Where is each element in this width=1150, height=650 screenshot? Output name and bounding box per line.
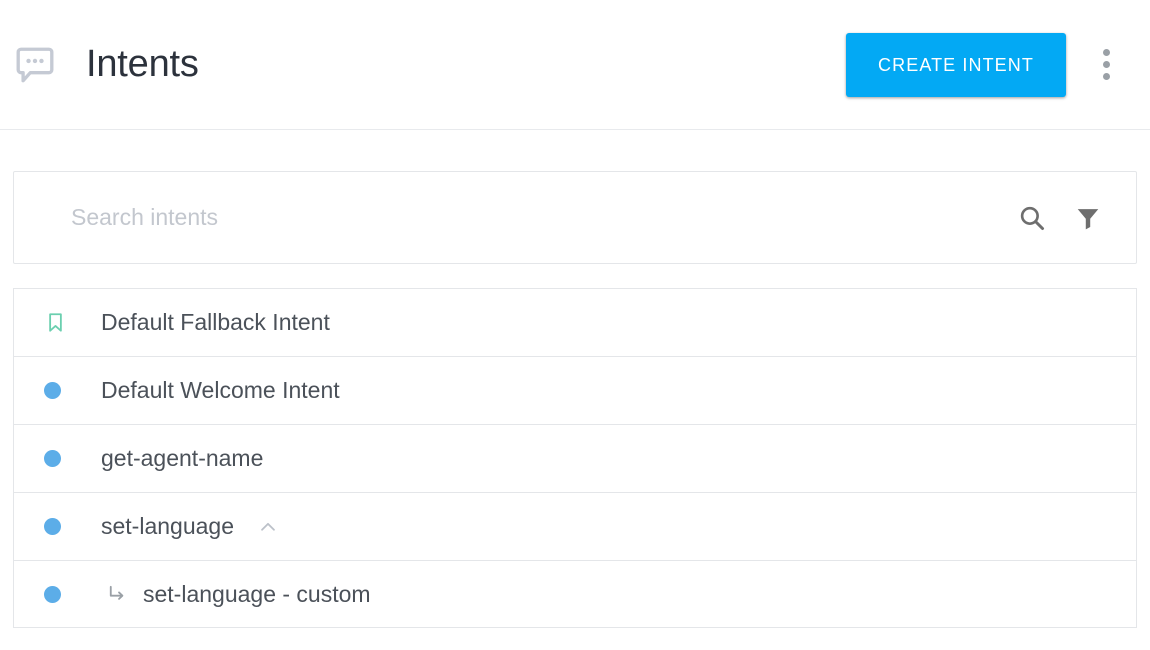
kebab-dot bbox=[1102, 49, 1110, 56]
intent-name: set-language - custom bbox=[143, 580, 371, 607]
intent-name: Default Fallback Intent bbox=[101, 309, 330, 335]
kebab-dot bbox=[1102, 73, 1110, 80]
intent-row[interactable]: set-language bbox=[13, 492, 1137, 560]
intent-row[interactable]: Default Welcome Intent bbox=[13, 356, 1137, 424]
blue-dot-icon bbox=[44, 382, 78, 399]
blue-dot-icon bbox=[44, 450, 78, 467]
intent-row[interactable]: get-agent-name bbox=[13, 424, 1137, 492]
blue-dot-icon bbox=[44, 585, 78, 603]
search-icon[interactable] bbox=[1010, 196, 1054, 240]
header-left-group: Intents bbox=[10, 42, 846, 88]
kebab-menu-icon[interactable] bbox=[1084, 37, 1128, 93]
intent-row[interactable]: Default Fallback Intent bbox=[13, 288, 1137, 356]
page-title: Intents bbox=[86, 43, 199, 85]
kebab-dot bbox=[1102, 61, 1110, 68]
search-bar[interactable] bbox=[13, 171, 1137, 264]
header-actions: CREATE INTENT bbox=[846, 32, 1128, 97]
chevron-up-icon[interactable] bbox=[256, 515, 280, 539]
blue-dot-icon bbox=[44, 518, 78, 535]
create-intent-button[interactable]: CREATE INTENT bbox=[846, 32, 1066, 97]
filter-funnel-icon[interactable] bbox=[1066, 196, 1110, 240]
page-header: Intents CREATE INTENT bbox=[0, 0, 1150, 130]
intent-name: get-agent-name bbox=[101, 445, 264, 471]
search-bar-actions bbox=[1010, 196, 1110, 240]
intent-name: set-language bbox=[101, 513, 234, 539]
chat-bubble-dots-icon bbox=[12, 42, 58, 88]
intent-name: Default Welcome Intent bbox=[101, 377, 340, 403]
intent-row[interactable]: set-language - custom bbox=[13, 560, 1137, 628]
subdirectory-arrow-right-icon bbox=[106, 583, 128, 605]
search-input[interactable] bbox=[71, 204, 1010, 231]
bookmark-icon bbox=[44, 311, 78, 334]
intents-list: Default Fallback Intent Default Welcome … bbox=[13, 288, 1137, 628]
intents-content: Default Fallback Intent Default Welcome … bbox=[0, 171, 1150, 628]
